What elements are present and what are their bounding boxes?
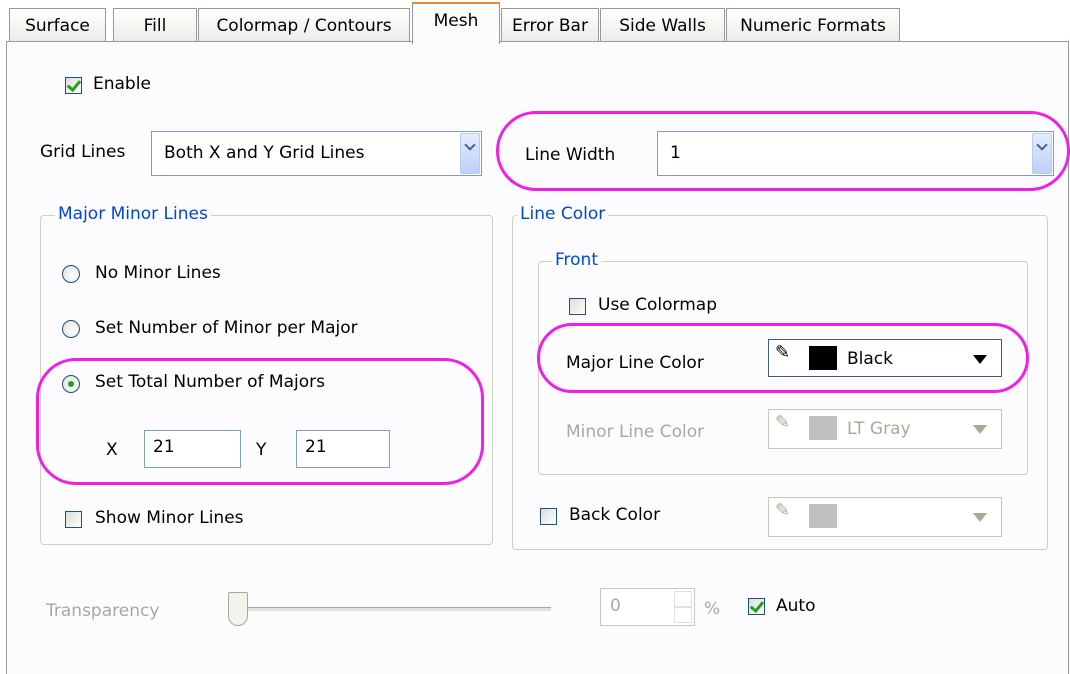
tab-colormap-contours[interactable]: Colormap / Contours xyxy=(198,8,410,42)
tab-numeric-formats[interactable]: Numeric Formats xyxy=(726,8,900,42)
minor-color-name: LT Gray xyxy=(847,419,911,439)
transparency-unit: % xyxy=(704,599,721,619)
tab-surface[interactable]: Surface xyxy=(9,8,106,42)
minor-line-color-select[interactable]: ✎ LT Gray xyxy=(768,409,1002,449)
grid-lines-value: Both X and Y Grid Lines xyxy=(164,143,365,163)
spin-down-icon[interactable] xyxy=(674,606,692,623)
minor-per-major-label: Set Number of Minor per Major xyxy=(95,318,358,338)
transparency-label: Transparency xyxy=(46,601,160,621)
auto-label: Auto xyxy=(776,596,816,616)
transparency-slider-track[interactable] xyxy=(248,607,551,611)
enable-checkbox[interactable] xyxy=(65,77,82,94)
back-color-select[interactable]: ✎ xyxy=(768,497,1002,537)
major-color-swatch xyxy=(809,346,837,370)
front-title: Front xyxy=(552,250,601,270)
pencil-icon[interactable]: ✎ xyxy=(775,342,790,363)
line-color-title: Line Color xyxy=(517,204,609,224)
grid-lines-select[interactable]: Both X and Y Grid Lines xyxy=(151,131,482,176)
tab-strip: Surface Fill Colormap / Contours Mesh Er… xyxy=(0,0,1070,44)
line-width-select[interactable]: 1 xyxy=(657,131,1054,176)
back-color-checkbox[interactable] xyxy=(540,508,557,525)
tab-error-bar[interactable]: Error Bar xyxy=(501,8,599,42)
back-color-label: Back Color xyxy=(569,505,661,525)
major-minor-title: Major Minor Lines xyxy=(55,204,211,224)
dropdown-arrow-icon[interactable] xyxy=(973,513,987,522)
tab-mesh[interactable]: Mesh xyxy=(412,2,500,44)
no-minor-label: No Minor Lines xyxy=(95,263,221,283)
x-majors-input[interactable]: 21 xyxy=(144,430,241,468)
chevron-down-icon[interactable] xyxy=(1032,133,1052,174)
transparency-value: 0 xyxy=(610,596,621,616)
y-majors-input[interactable]: 21 xyxy=(296,430,390,468)
pencil-icon[interactable]: ✎ xyxy=(775,412,790,433)
show-minor-label: Show Minor Lines xyxy=(95,508,244,528)
pencil-icon[interactable]: ✎ xyxy=(775,500,790,521)
major-line-color-label: Major Line Color xyxy=(566,353,704,373)
x-label: X xyxy=(106,440,118,460)
y-label: Y xyxy=(256,440,267,460)
minor-per-major-radio[interactable] xyxy=(62,320,80,338)
line-width-value: 1 xyxy=(670,143,681,163)
tab-fill[interactable]: Fill xyxy=(113,8,197,42)
use-colormap-checkbox[interactable] xyxy=(569,298,586,315)
enable-label: Enable xyxy=(93,74,151,94)
total-majors-label: Set Total Number of Majors xyxy=(95,372,325,392)
tab-side-walls[interactable]: Side Walls xyxy=(600,8,725,42)
chevron-down-icon[interactable] xyxy=(460,133,480,174)
minor-color-swatch xyxy=(809,416,837,440)
line-width-label: Line Width xyxy=(525,145,616,165)
major-color-name: Black xyxy=(847,349,893,369)
back-color-swatch xyxy=(809,504,837,528)
major-line-color-select[interactable]: ✎ Black xyxy=(768,339,1002,377)
total-majors-radio[interactable] xyxy=(62,375,80,393)
dropdown-arrow-icon[interactable] xyxy=(973,425,987,434)
transparency-slider-thumb[interactable] xyxy=(228,592,248,626)
transparency-spin[interactable]: 0 xyxy=(600,588,695,626)
no-minor-radio[interactable] xyxy=(62,265,80,283)
auto-checkbox[interactable] xyxy=(748,598,765,615)
minor-line-color-label: Minor Line Color xyxy=(566,422,705,442)
show-minor-checkbox[interactable] xyxy=(65,511,82,528)
dropdown-arrow-icon[interactable] xyxy=(973,355,987,364)
grid-lines-label: Grid Lines xyxy=(40,142,126,162)
use-colormap-label: Use Colormap xyxy=(598,295,718,315)
